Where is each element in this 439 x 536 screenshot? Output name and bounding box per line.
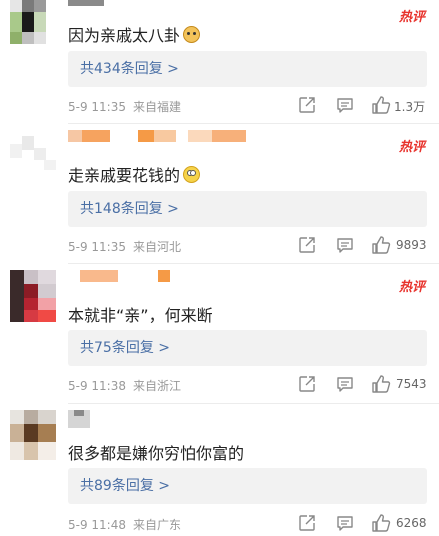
doge-emoji-icon xyxy=(183,25,201,43)
view-replies-link[interactable]: 共434条回复 > xyxy=(68,51,427,87)
eye-roll-emoji-icon xyxy=(183,165,201,183)
divider xyxy=(68,263,439,264)
comment-meta: 5-9 11:35 来自河北 xyxy=(68,238,181,255)
avatar[interactable] xyxy=(10,0,56,44)
hot-comment-badge: 热评 xyxy=(398,280,425,295)
comment-date: 5-9 11:35 xyxy=(68,240,126,254)
share-icon[interactable] xyxy=(298,514,316,536)
divider xyxy=(68,123,439,124)
comment-location: 来自广东 xyxy=(133,518,182,532)
like-icon[interactable] xyxy=(372,514,391,536)
like-count: 9893 xyxy=(396,238,427,252)
comment-date: 5-9 11:48 xyxy=(68,518,126,532)
comment-date: 5-9 11:38 xyxy=(68,379,126,393)
like-count: 7543 xyxy=(396,377,427,391)
like-icon[interactable] xyxy=(372,236,391,258)
comment-text: 很多都是嫌你穷怕你富的 xyxy=(68,444,245,463)
like-count: 6268 xyxy=(396,516,427,530)
view-replies-link[interactable]: 共75条回复 > xyxy=(68,330,427,366)
share-icon[interactable] xyxy=(298,96,316,118)
like-count: 1.3万 xyxy=(394,100,426,114)
comment-icon[interactable] xyxy=(336,514,354,536)
avatar[interactable] xyxy=(10,270,56,322)
comment-icon[interactable] xyxy=(336,236,354,258)
avatar[interactable] xyxy=(10,410,56,460)
comment-meta: 5-9 11:48 来自广东 xyxy=(68,516,181,533)
comment-icon[interactable] xyxy=(336,375,354,397)
view-replies-link[interactable]: 共148条回复 > xyxy=(68,191,427,227)
share-icon[interactable] xyxy=(298,236,316,258)
like-icon[interactable] xyxy=(372,375,391,397)
divider xyxy=(68,403,439,404)
comment-icon[interactable] xyxy=(336,96,354,118)
hot-comment-badge: 热评 xyxy=(398,10,425,25)
comment-meta: 5-9 11:38 来自浙江 xyxy=(68,377,181,394)
comment-item: 很多都是嫌你穷怕你富的 共89条回复 > 5-9 11:48 来自广东 6268 xyxy=(0,410,439,536)
comment-text: 本就非“亲”，何来断 xyxy=(68,306,213,325)
comment-item: 热评 走亲戚要花钱的 共148条回复 > 5-9 11:35 来自河北 9893 xyxy=(0,130,439,264)
comment-date: 5-9 11:35 xyxy=(68,100,126,114)
avatar[interactable] xyxy=(10,130,56,176)
comment-text: 因为亲戚太八卦 xyxy=(68,22,201,46)
comment-location: 来自福建 xyxy=(133,100,182,114)
view-replies-link[interactable]: 共89条回复 > xyxy=(68,468,427,504)
comment-location: 来自浙江 xyxy=(133,379,182,393)
comment-text: 走亲戚要花钱的 xyxy=(68,162,201,186)
comment-meta: 5-9 11:35 来自福建 xyxy=(68,98,181,115)
hot-comment-badge: 热评 xyxy=(398,140,425,155)
share-icon[interactable] xyxy=(298,375,316,397)
comment-item: 热评 本就非“亲”，何来断 共75条回复 > 5-9 11:38 来自浙江 754… xyxy=(0,270,439,404)
like-icon[interactable] xyxy=(372,96,391,118)
comment-item: 热评 因为亲戚太八卦 共434条回复 > 5-9 11:35 来自福建 1.3万 xyxy=(0,0,439,124)
comment-location: 来自河北 xyxy=(133,240,182,254)
